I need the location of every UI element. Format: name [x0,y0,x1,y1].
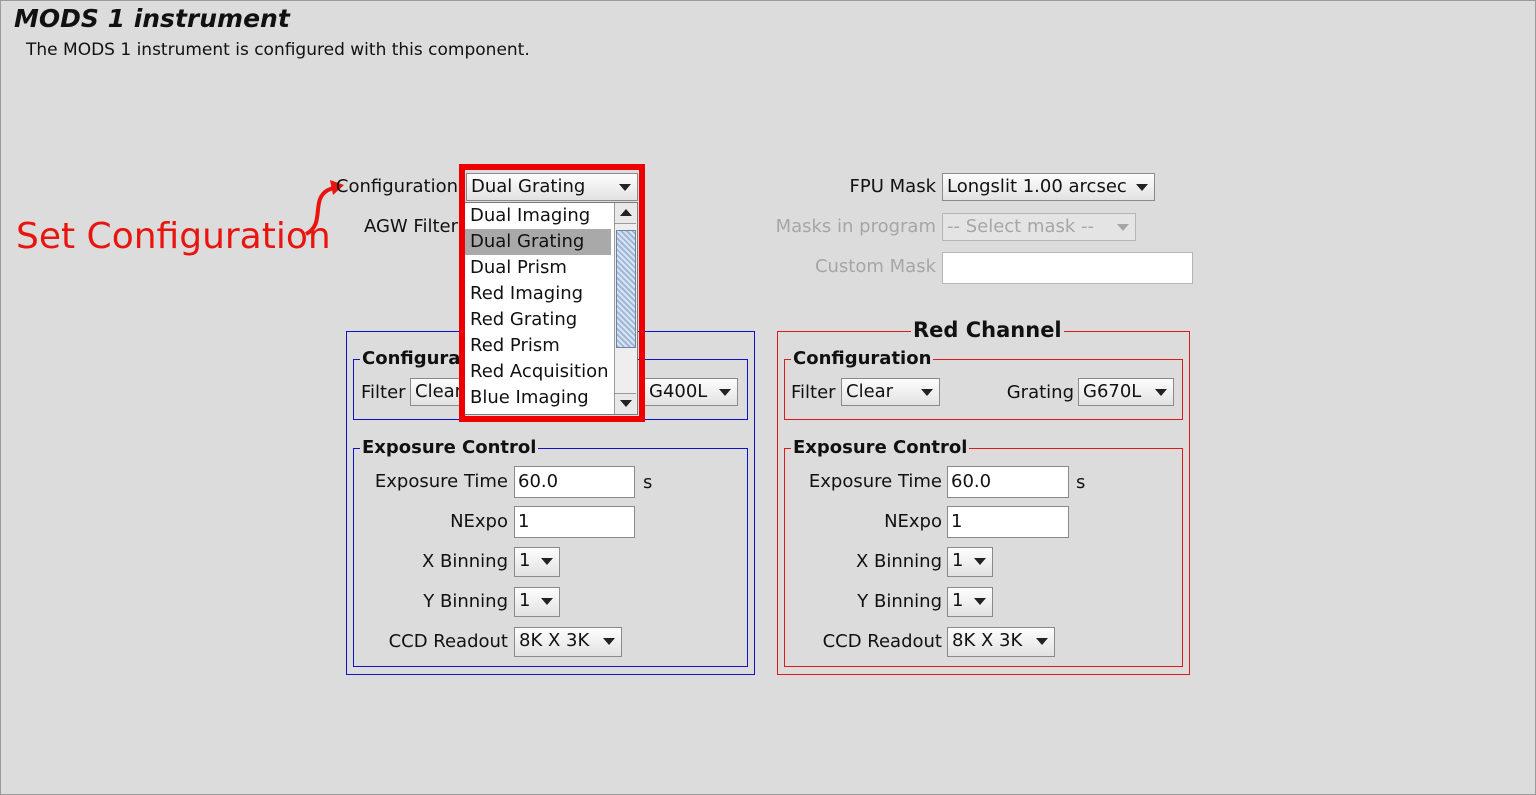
red-ccd-readout-label: CCD Readout [822,631,942,652]
blue-y-binning-label: Y Binning [423,591,508,612]
red-x-binning-value: 1 [952,550,964,571]
chevron-down-icon [541,558,553,565]
blue-nexpo-label: NExpo [450,511,508,532]
blue-x-binning-select[interactable]: 1 [514,547,560,577]
chevron-down-icon [603,638,615,645]
red-exposure-time-input[interactable]: 60.0 [947,466,1069,498]
annotation-label: Set Configuration [16,216,331,257]
configuration-label: Configuration [335,176,458,197]
blue-grating-select[interactable]: G400L [644,378,738,406]
red-nexpo-label: NExpo [884,511,942,532]
red-configuration-legend: Configuration [791,348,934,369]
red-exposure-unit: s [1076,472,1086,493]
masks-in-program-select[interactable]: -- Select mask -- [942,213,1136,241]
red-ccd-readout-select[interactable]: 8K X 3K [947,627,1055,657]
agw-filter-label: AGW Filter [363,216,458,237]
blue-configuration-legend: Configura [360,348,463,369]
red-y-binning-label: Y Binning [857,591,942,612]
red-channel-title: Red Channel [911,318,1064,342]
blue-grating-value: G400L [649,381,708,402]
red-filter-select[interactable]: Clear [841,378,940,406]
blue-filter-value: Clear [415,381,463,402]
blue-ccd-readout-value: 8K X 3K [519,630,590,651]
chevron-down-icon [921,389,933,396]
red-filter-value: Clear [846,381,894,402]
chevron-down-icon [1155,389,1167,396]
annotation-highlight-box [459,164,645,422]
red-grating-select[interactable]: G670L [1078,378,1174,406]
red-grating-value: G670L [1083,381,1142,402]
chevron-down-icon [1036,638,1048,645]
masks-in-program-value: -- Select mask -- [947,216,1095,237]
masks-in-program-label: Masks in program [775,216,936,237]
red-filter-label: Filter [791,382,836,403]
page-subtitle: The MODS 1 instrument is configured with… [26,40,530,60]
blue-nexpo-input[interactable]: 1 [514,506,635,538]
blue-exposure-time-input[interactable]: 60.0 [514,466,635,498]
blue-y-binning-value: 1 [519,590,531,611]
fpu-mask-label: FPU Mask [849,176,936,197]
blue-exposure-legend: Exposure Control [360,437,539,458]
red-exposure-time-label: Exposure Time [808,471,942,492]
red-ccd-readout-value: 8K X 3K [952,630,1023,651]
red-y-binning-select[interactable]: 1 [947,587,993,617]
blue-x-binning-value: 1 [519,550,531,571]
red-nexpo-input[interactable]: 1 [947,506,1069,538]
red-grating-label: Grating [1006,382,1074,403]
custom-mask-input[interactable] [942,252,1193,284]
chevron-down-icon [974,598,986,605]
blue-exposure-time-label: Exposure Time [374,471,508,492]
red-y-binning-value: 1 [952,590,964,611]
blue-ccd-readout-select[interactable]: 8K X 3K [514,627,622,657]
window-frame [0,0,1536,795]
chevron-down-icon [1117,224,1129,231]
red-x-binning-select[interactable]: 1 [947,547,993,577]
chevron-down-icon [1136,184,1148,191]
red-x-binning-label: X Binning [855,551,942,572]
custom-mask-label: Custom Mask [814,256,936,277]
page-title: MODS 1 instrument [14,4,290,33]
blue-x-binning-label: X Binning [421,551,508,572]
chevron-down-icon [541,598,553,605]
red-exposure-legend: Exposure Control [791,437,970,458]
blue-y-binning-select[interactable]: 1 [514,587,560,617]
chevron-down-icon [719,389,731,396]
chevron-down-icon [974,558,986,565]
fpu-mask-value: Longslit 1.00 arcsec [947,176,1127,197]
fpu-mask-select[interactable]: Longslit 1.00 arcsec [942,173,1155,201]
blue-filter-label: Filter [361,382,406,403]
blue-exposure-unit: s [643,472,653,493]
blue-ccd-readout-label: CCD Readout [388,631,508,652]
